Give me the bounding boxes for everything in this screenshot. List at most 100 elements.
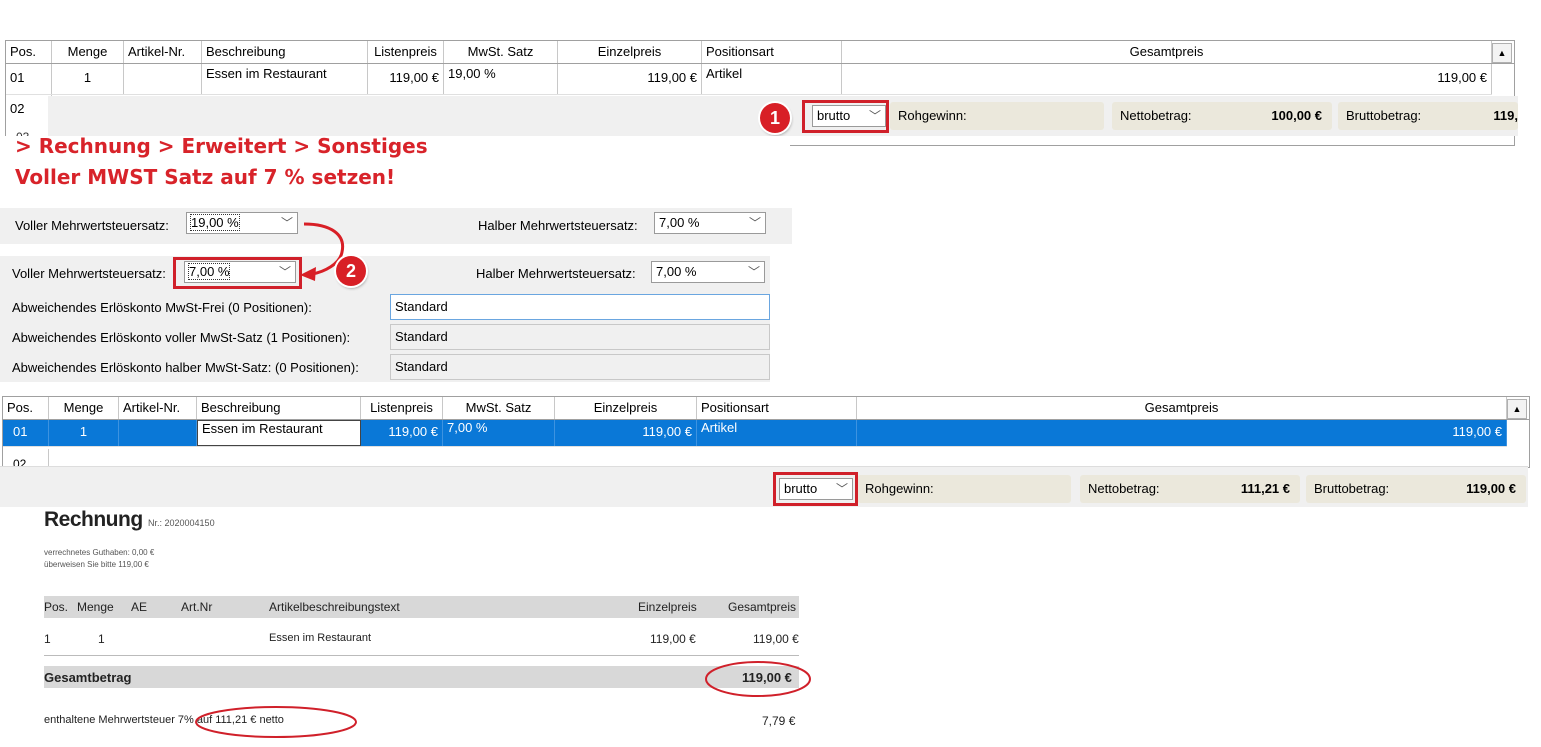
erloeskonto-frei-field[interactable]: Standard [390,294,770,320]
cell-einzelpreis: 119,00 € [555,420,697,446]
invoice-title-text: Rechnung [44,508,143,531]
nettobetrag-field: Nettobetrag: 111,21 € [1080,475,1300,503]
cell-pos: 01 [6,64,52,94]
bruttobetrag-label: Bruttobetrag: [1314,481,1390,496]
nettobetrag-value: 111,21 € [1240,481,1290,496]
cell-mwst: 7,00 % [443,420,555,446]
col-artikelnr[interactable]: Artikel-Nr. [124,41,202,63]
col-listenpreis[interactable]: Listenpreis [361,397,443,419]
invoice-guthaben: verrechnetes Guthaben: 0,00 € [44,548,155,557]
col-positionsart[interactable]: Positionsart [697,397,857,419]
rohgewinn-field: Rohgewinn: [857,475,1071,503]
rohgewinn-label: Rohgewinn: [865,481,934,496]
halb-mwst-label: Halber Mehrwertsteuersatz: [478,218,638,233]
rohgewinn-label: Rohgewinn: [898,108,967,123]
erloeskonto-voll-label: Abweichendes Erlöskonto voller MwSt-Satz… [12,330,351,345]
select-value: 19,00 % [190,214,240,231]
highlight-box [173,257,302,289]
halb-mwst-select[interactable]: 7,00 % ﹀ [654,212,766,234]
cell-positionsart: Artikel [697,420,857,446]
cell-menge: 1 [52,64,124,94]
erloeskonto-halb-field[interactable]: Standard [390,354,770,380]
col-mwst[interactable]: MwSt. Satz [443,397,555,419]
inv-col-ae: AE [131,600,148,614]
bruttobetrag-label: Bruttobetrag: [1346,108,1422,123]
inv-col-artnr: Art.Nr [181,600,213,614]
inv-col-pos: Pos. [44,600,69,614]
inv-gesamtbetrag-label: Gesamtbetrag [44,670,132,685]
inv-mwst-value: 7,79 € [762,714,796,728]
scroll-up-icon[interactable]: ▲ [1507,399,1527,419]
chevron-down-icon: ﹀ [747,265,760,279]
cell-mwst: 19,00 % [444,64,558,94]
cell-positionsart: Artikel [702,64,842,94]
inv-row-beschreibung: Essen im Restaurant [269,632,372,644]
highlight-ellipse [705,661,811,697]
inv-row-einzelpreis: 119,00 € [650,632,696,646]
col-einzelpreis[interactable]: Einzelpreis [555,397,697,419]
invoice-ueberweisen: überweisen Sie bitte 119,00 € [44,560,149,569]
erloeskonto-frei-label: Abweichendes Erlöskonto MwSt-Frei (0 Pos… [12,300,312,315]
col-artikelnr[interactable]: Artikel-Nr. [119,397,197,419]
invoice-number: Nr.: 2020004150 [148,518,215,528]
table-header: Pos. Menge Artikel-Nr. Beschreibung List… [3,397,1529,420]
col-listenpreis[interactable]: Listenpreis [368,41,444,63]
cell-listenpreis: 119,00 € [368,64,444,94]
nettobetrag-value: 100,00 € [1271,108,1322,123]
col-einzelpreis[interactable]: Einzelpreis [558,41,702,63]
table-row[interactable]: 01 1 Essen im Restaurant 119,00 € 19,00 … [6,64,1492,95]
inv-row-menge: 1 [98,632,105,646]
cell-artikelnr [119,420,197,446]
cell-beschreibung-editor[interactable]: Essen im Restaurant [197,420,361,446]
col-gesamtpreis[interactable]: Gesamtpreis [857,397,1507,419]
invoice-total-band [44,666,799,688]
col-beschreibung[interactable]: Beschreibung [202,41,368,63]
nettobetrag-field: Nettobetrag: 100,00 € [1112,102,1332,130]
invoice-title: Rechnung Nr.: 2020004150 [44,508,215,532]
cell-gesamtpreis: 119,00 € [842,64,1492,94]
inv-col-menge: Menge [77,600,114,614]
step-badge-1: 1 [760,103,790,133]
col-pos[interactable]: Pos. [6,41,52,63]
cell-artikelnr [124,64,202,94]
voll-mwst-label: Voller Mehrwertsteuersatz: [12,266,166,281]
bruttobetrag-value: 119, [1493,108,1518,123]
chevron-down-icon: ﹀ [748,216,761,230]
inv-col-beschreibung: Artikelbeschreibungstext [269,600,400,614]
scroll-up-icon[interactable]: ▲ [1492,43,1512,63]
halb-mwst-select[interactable]: 7,00 % ﹀ [651,261,765,283]
halb-mwst-label: Halber Mehrwertsteuersatz: [476,266,636,281]
col-mwst[interactable]: MwSt. Satz [444,41,558,63]
highlight-box [773,472,858,506]
col-pos[interactable]: Pos. [3,397,49,419]
col-positionsart[interactable]: Positionsart [702,41,842,63]
select-value: 7,00 % [659,215,700,230]
col-gesamtpreis[interactable]: Gesamtpreis [842,41,1492,63]
annotation-path: > Rechnung > Erweitert > Sonstiges [15,134,428,158]
erloeskonto-voll-field[interactable]: Standard [390,324,770,350]
inv-row-gesamtpreis: 119,00 € [753,632,799,646]
cell-beschreibung: Essen im Restaurant [202,64,368,94]
inv-col-gesamtpreis: Gesamtpreis [728,600,797,614]
cell-gesamtpreis: 119,00 € [857,420,1507,446]
rohgewinn-field: Rohgewinn: [890,102,1104,130]
col-menge[interactable]: Menge [49,397,119,419]
select-value: 7,00 % [656,264,697,279]
table-row-selected[interactable]: 01 1 Essen im Restaurant 119,00 € 7,00 %… [3,420,1507,447]
bruttobetrag-field: Bruttobetrag: 119, [1338,102,1518,130]
cell-pos: 02 [6,95,52,125]
bruttobetrag-field: Bruttobetrag: 119,00 € [1306,475,1526,503]
annotation-instruction: Voller MWST Satz auf 7 % setzen! [15,165,396,189]
inv-row-pos: 1 [44,632,51,646]
highlight-box [802,100,889,133]
col-menge[interactable]: Menge [52,41,124,63]
cell-einzelpreis: 119,00 € [558,64,702,94]
table-header: Pos. Menge Artikel-Nr. Beschreibung List… [6,41,1514,64]
voll-mwst-label: Voller Mehrwertsteuersatz: [15,218,169,233]
settings-panel-before: Voller Mehrwertsteuersatz: 19,00 % ﹀ Hal… [0,208,792,244]
table-row[interactable]: 02 [6,95,52,125]
cell-menge: 1 [49,420,119,446]
col-beschreibung[interactable]: Beschreibung [197,397,361,419]
voll-mwst-select[interactable]: 19,00 % ﹀ [186,212,298,234]
nettobetrag-label: Nettobetrag: [1120,108,1192,123]
